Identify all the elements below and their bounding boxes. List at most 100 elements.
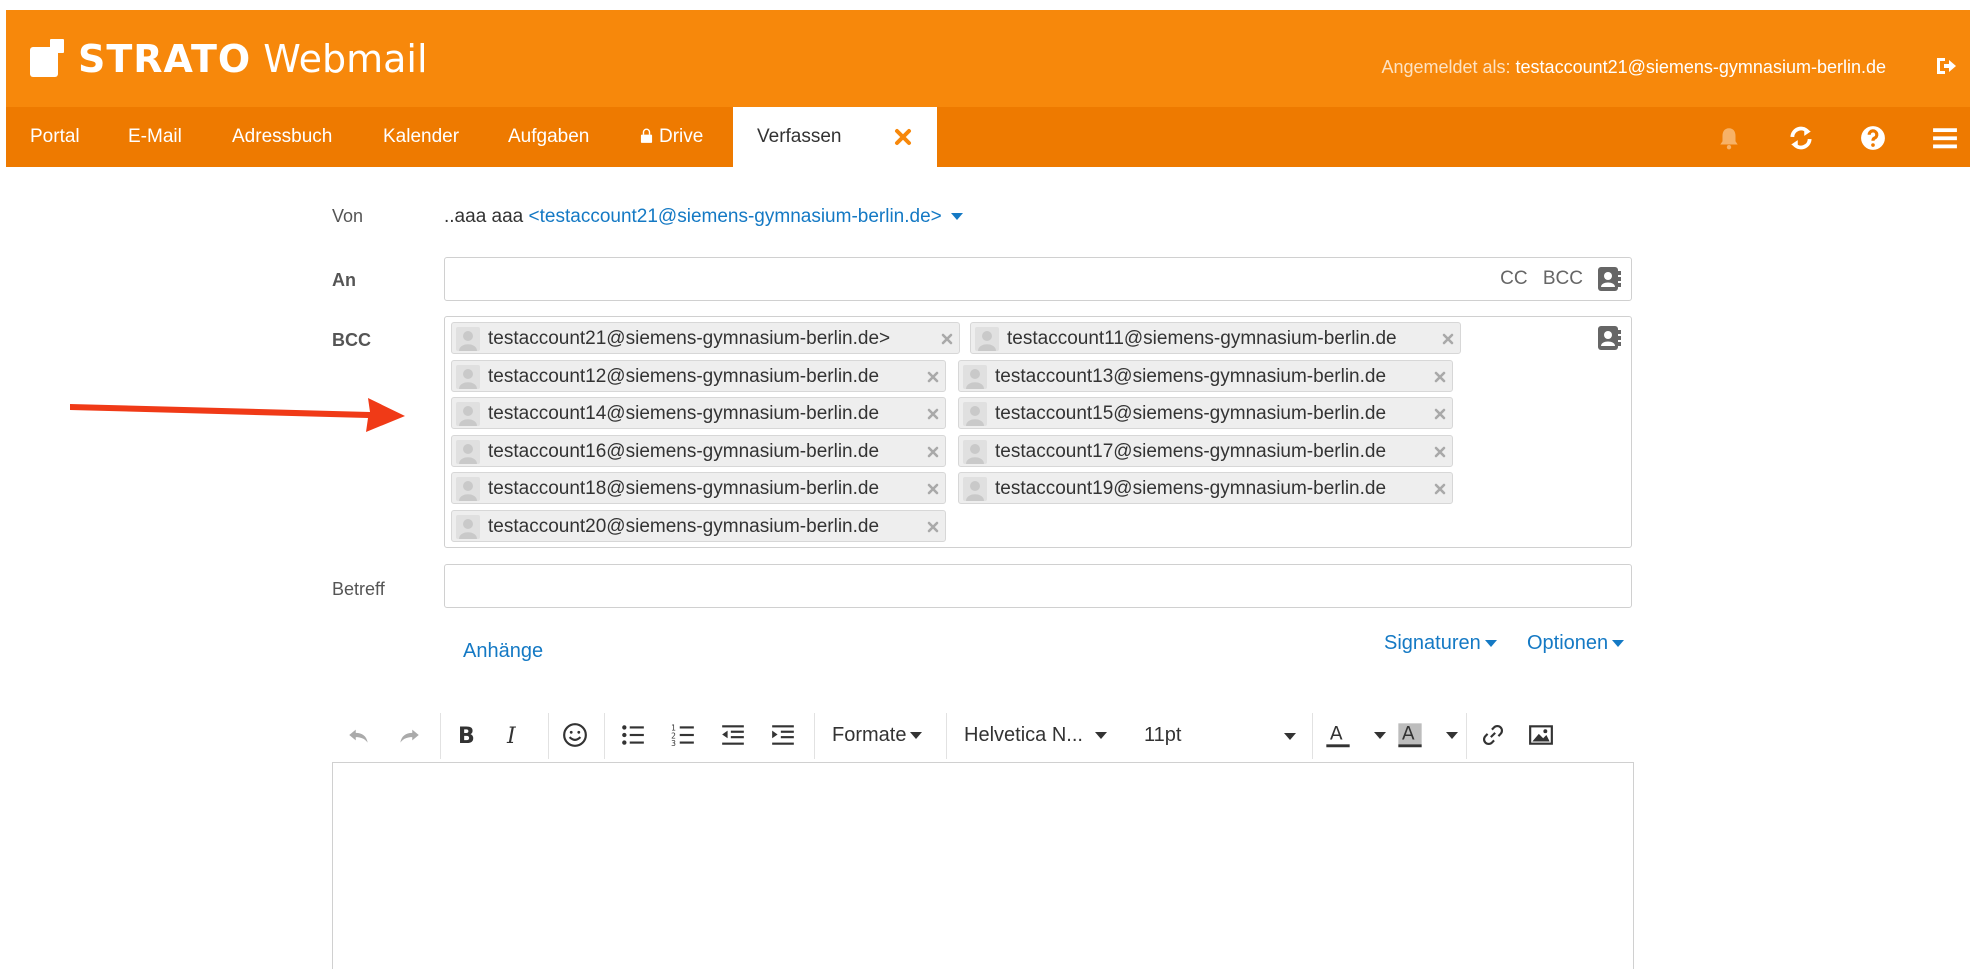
numbered-list-icon[interactable]: 1 2 3 xyxy=(670,705,696,765)
bold-button[interactable]: B xyxy=(458,724,475,749)
options-caret-icon xyxy=(1612,640,1625,648)
cc-toggle[interactable]: CC xyxy=(1500,268,1527,289)
bcc-recipient-address: testaccount16@siemens-gymnasium-berlin.d… xyxy=(488,440,880,462)
nav-tasks[interactable]: Aufgaben xyxy=(508,107,589,167)
remove-recipient-icon[interactable] xyxy=(1432,444,1448,460)
emoji-icon[interactable] xyxy=(562,705,588,765)
remove-recipient-icon[interactable] xyxy=(1432,369,1448,385)
nav-calendar[interactable]: Kalender xyxy=(383,107,459,167)
bcc-recipient-chip[interactable]: testaccount14@siemens-gymnasium-berlin.d… xyxy=(451,397,946,429)
strato-logo[interactable]: STRATO Webmail xyxy=(30,34,428,84)
contact-avatar-icon xyxy=(975,327,999,351)
from-address: <testaccount21@siemens-gymnasium-berlin.… xyxy=(528,206,942,227)
from-selector[interactable]: ..aaa aaa <testaccount21@siemens-gymnasi… xyxy=(444,206,964,228)
webmail-app: STRATO Webmail Angemeldet als: testaccou… xyxy=(0,0,1970,969)
signed-in-label: Angemeldet als: xyxy=(1381,57,1511,77)
nav-email[interactable]: E-Mail xyxy=(128,107,182,167)
contact-avatar-icon xyxy=(456,477,480,501)
signatures-caret-icon xyxy=(1484,640,1497,648)
message-body-editor[interactable] xyxy=(332,762,1634,969)
address-book-icon[interactable] xyxy=(1597,266,1621,292)
contact-avatar-icon xyxy=(963,402,987,426)
bell-icon[interactable] xyxy=(1716,125,1742,151)
font-family-dropdown[interactable]: Helvetica N... xyxy=(964,724,1107,747)
contact-avatar-icon xyxy=(456,514,480,539)
options-label: Optionen xyxy=(1527,632,1609,654)
subject-label: Betreff xyxy=(332,579,385,599)
outdent-icon[interactable] xyxy=(720,705,746,765)
contact-avatar-icon xyxy=(456,439,480,464)
nav-address-book[interactable]: Adressbuch xyxy=(232,107,332,167)
bcc-recipient-chip[interactable]: testaccount13@siemens-gymnasium-berlin.d… xyxy=(958,359,1453,392)
bcc-recipient-chip[interactable]: testaccount16@siemens-gymnasium-berlin.d… xyxy=(451,434,946,467)
nav-drive[interactable]: Drive xyxy=(640,107,703,167)
image-icon[interactable] xyxy=(1528,705,1554,765)
remove-recipient-icon[interactable] xyxy=(925,406,941,422)
bcc-recipient-address: testaccount20@siemens-gymnasium-berlin.d… xyxy=(488,515,880,537)
bcc-recipient-address: testaccount19@siemens-gymnasium-berlin.d… xyxy=(995,478,1387,499)
cc-bcc-toggles: CC BCC xyxy=(1490,268,1583,290)
editor-toolbar: B I 1 2 3 Formate Helvetica N... 11pt A … xyxy=(332,705,1632,765)
undo-icon[interactable] xyxy=(346,705,372,765)
logout-icon[interactable] xyxy=(1934,54,1958,78)
nav-portal[interactable]: Portal xyxy=(30,107,80,167)
text-color-icon[interactable]: A xyxy=(1324,705,1352,765)
font-size-dropdown[interactable]: 11pt xyxy=(1144,724,1296,747)
bcc-recipient-address: testaccount15@siemens-gymnasium-berlin.d… xyxy=(995,403,1387,424)
remove-recipient-icon[interactable] xyxy=(925,519,941,535)
bcc-recipient-address: testaccount12@siemens-gymnasium-berlin.d… xyxy=(488,365,880,387)
svg-text:A: A xyxy=(1330,724,1343,745)
app-header: STRATO Webmail Angemeldet als: testaccou… xyxy=(6,10,1970,107)
help-icon[interactable] xyxy=(1860,125,1886,151)
highlight-color-caret-icon[interactable] xyxy=(1446,732,1458,739)
bullet-list-icon[interactable] xyxy=(620,705,646,765)
bcc-recipient-chip[interactable]: testaccount20@siemens-gymnasium-berlin.d… xyxy=(451,509,946,542)
refresh-icon[interactable] xyxy=(1788,125,1814,151)
remove-recipient-icon[interactable] xyxy=(1440,331,1456,347)
tab-compose-label: Verfassen xyxy=(757,126,842,147)
remove-recipient-icon[interactable] xyxy=(939,331,955,347)
remove-recipient-icon[interactable] xyxy=(1432,481,1448,497)
menu-icon[interactable] xyxy=(1932,125,1958,151)
indent-icon[interactable] xyxy=(770,705,796,765)
to-field[interactable]: CC BCC xyxy=(444,257,1632,301)
contact-avatar-icon xyxy=(963,439,987,464)
svg-text:3: 3 xyxy=(671,739,676,748)
main-navigation: Portal E-Mail Adressbuch Kalender Aufgab… xyxy=(6,107,1970,167)
remove-recipient-icon[interactable] xyxy=(925,444,941,460)
italic-button[interactable]: I xyxy=(507,724,516,749)
bcc-toggle[interactable]: BCC xyxy=(1543,268,1583,289)
bcc-recipient-chip[interactable]: testaccount17@siemens-gymnasium-berlin.d… xyxy=(958,434,1453,467)
formats-dropdown[interactable]: Formate xyxy=(832,724,923,747)
redo-icon[interactable] xyxy=(396,705,422,765)
signatures-dropdown[interactable]: Signaturen xyxy=(1384,632,1497,655)
contact-avatar-icon xyxy=(456,364,480,389)
bcc-recipient-chip[interactable]: testaccount18@siemens-gymnasium-berlin.d… xyxy=(451,472,946,504)
font-family-value: Helvetica N... xyxy=(964,724,1083,746)
subject-input[interactable] xyxy=(444,564,1632,608)
bcc-recipient-chip[interactable]: testaccount15@siemens-gymnasium-berlin.d… xyxy=(958,397,1453,429)
tab-compose[interactable]: Verfassen xyxy=(733,107,937,167)
bcc-recipient-chip[interactable]: testaccount21@siemens-gymnasium-berlin.d… xyxy=(451,322,960,354)
bcc-recipient-chip[interactable]: testaccount19@siemens-gymnasium-berlin.d… xyxy=(958,472,1453,504)
attachments-link[interactable]: Anhänge xyxy=(463,640,543,663)
options-dropdown[interactable]: Optionen xyxy=(1527,632,1625,655)
bcc-recipient-chip[interactable]: testaccount11@siemens-gymnasium-berlin.d… xyxy=(970,322,1461,354)
lock-icon xyxy=(640,128,653,143)
signed-in-info: Angemeldet als: testaccount21@siemens-gy… xyxy=(1381,57,1886,78)
remove-recipient-icon[interactable] xyxy=(925,481,941,497)
address-book-icon[interactable] xyxy=(1597,325,1621,351)
remove-recipient-icon[interactable] xyxy=(1432,406,1448,422)
from-label: Von xyxy=(332,206,364,226)
font-family-caret-icon xyxy=(1094,732,1107,740)
bcc-recipient-address: testaccount13@siemens-gymnasium-berlin.d… xyxy=(995,365,1387,387)
remove-recipient-icon[interactable] xyxy=(925,369,941,385)
font-size-caret-icon xyxy=(1284,733,1296,740)
contact-avatar-icon xyxy=(963,477,987,501)
text-color-caret-icon[interactable] xyxy=(1374,732,1386,739)
link-icon[interactable] xyxy=(1480,705,1506,765)
strato-logo-mark-icon xyxy=(30,37,66,81)
bcc-recipient-chip[interactable]: testaccount12@siemens-gymnasium-berlin.d… xyxy=(451,359,946,392)
highlight-color-icon[interactable]: A xyxy=(1396,705,1424,765)
close-tab-icon[interactable] xyxy=(891,125,915,149)
